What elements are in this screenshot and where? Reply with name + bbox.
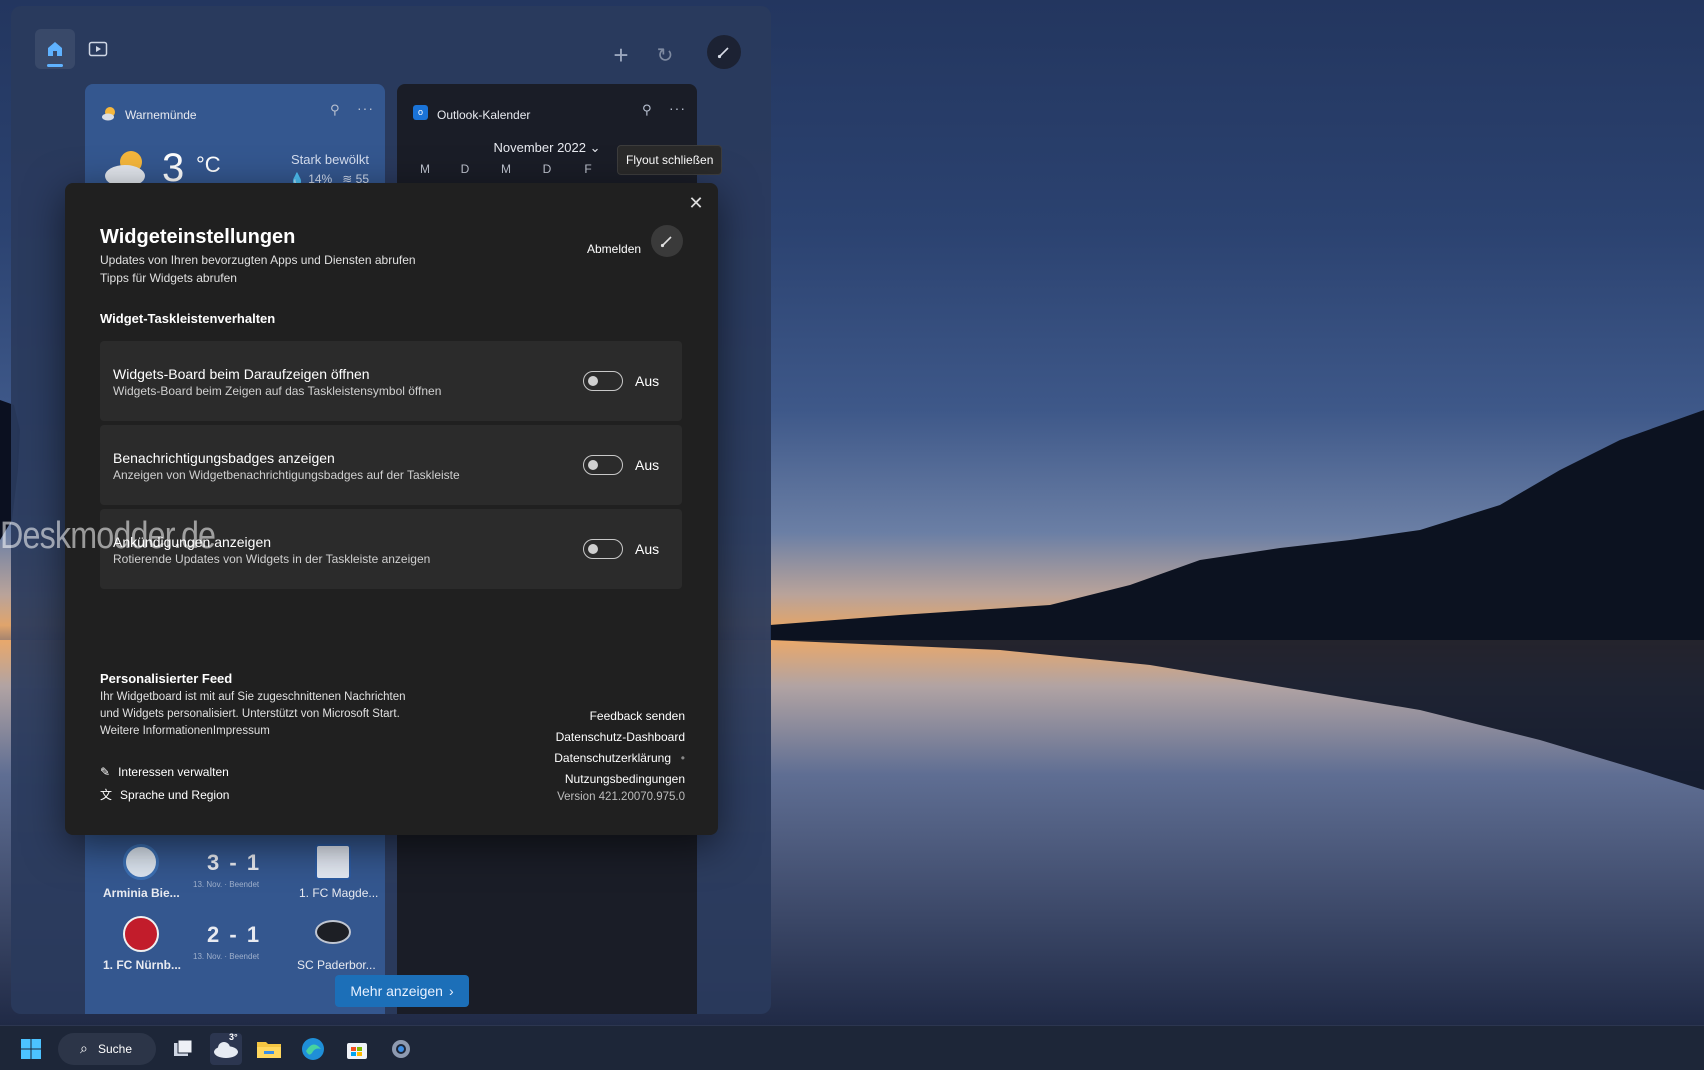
- pencil-icon: ✎: [100, 765, 111, 779]
- announcements-toggle[interactable]: [583, 539, 623, 559]
- feed-description: Ihr Widgetboard ist mit auf Sie zugeschn…: [100, 691, 406, 703]
- store-icon[interactable]: [341, 1033, 373, 1065]
- avatar[interactable]: [651, 225, 683, 257]
- temperature-unit: °C: [196, 152, 221, 177]
- language-icon: 文: [100, 788, 113, 802]
- setting-notification-badges: Benachrichtigungsbadges anzeigen Anzeige…: [100, 425, 682, 505]
- home-team: Arminia Bie...: [103, 886, 180, 900]
- add-widget-button[interactable]: +: [601, 35, 641, 75]
- watermark: Deskmodder.de: [0, 515, 216, 557]
- feedback-link[interactable]: Feedback senden: [590, 709, 685, 723]
- edge-browser-icon[interactable]: [297, 1033, 329, 1065]
- weather-condition: Stark bewölkt: [290, 152, 369, 167]
- close-flyout-tooltip: Flyout schließen: [617, 145, 723, 175]
- match-date: 13. Nov. · Beendet: [193, 952, 260, 961]
- home-team: 1. FC Nürnb...: [103, 958, 181, 972]
- toggle-state-label: Aus: [635, 457, 660, 473]
- away-team: SC Paderbor...: [297, 958, 376, 972]
- weekday-label: F: [584, 162, 592, 176]
- weekday-label: D: [460, 162, 470, 176]
- more-options-icon[interactable]: ···: [357, 100, 374, 116]
- signout-link[interactable]: Abmelden: [587, 242, 641, 256]
- match-date: 13. Nov. · Beendet: [193, 880, 260, 889]
- pin-icon[interactable]: ⚲: [330, 102, 340, 118]
- setting-title: Benachrichtigungsbadges anzeigen: [113, 450, 335, 466]
- manage-interests-label: Interessen verwalten: [118, 765, 229, 779]
- weekday-label: D: [542, 162, 552, 176]
- setting-description: Anzeigen von Widgetbenachrichtigungsbadg…: [113, 468, 460, 482]
- team-logo-icon: [123, 916, 159, 952]
- video-icon[interactable]: [78, 29, 118, 69]
- team-logo-icon: [123, 844, 159, 880]
- widgets-weather-icon[interactable]: 3°: [210, 1032, 242, 1065]
- privacy-statement-link[interactable]: Datenschutzerklärung: [554, 751, 671, 765]
- flyout-subtitle: Updates von Ihren bevorzugten Apps und D…: [100, 253, 416, 267]
- taskbar-search[interactable]: ⌕ Suche: [58, 1033, 156, 1065]
- match-score: 3 - 1: [207, 850, 262, 875]
- notification-badges-toggle[interactable]: [583, 455, 623, 475]
- chevron-right-icon: ›: [448, 983, 454, 999]
- section-title: Widget-Taskleistenverhalten: [100, 311, 276, 326]
- feed-more-info-link[interactable]: Weitere InformationenImpressum: [100, 725, 270, 737]
- outlook-icon: o: [413, 105, 428, 120]
- settings-gear-icon[interactable]: [385, 1033, 417, 1065]
- weekday-label: M: [420, 162, 430, 176]
- more-options-icon[interactable]: ···: [669, 100, 686, 116]
- weather-temp-badge: 3°: [229, 1032, 238, 1042]
- flyout-title: Widgeteinstellungen: [100, 226, 296, 248]
- taskbar: ⌕ Suche 3°: [0, 1025, 1704, 1070]
- weather-location: Warnemünde: [125, 108, 197, 122]
- personalize-brush-icon[interactable]: [707, 35, 741, 69]
- setting-title: Widgets-Board beim Daraufzeigen öffnen: [113, 366, 370, 382]
- home-icon[interactable]: [35, 29, 75, 69]
- feed-description: und Widgets personalisiert. Unterstützt …: [100, 708, 400, 720]
- open-on-hover-toggle[interactable]: [583, 371, 623, 391]
- flyout-subtitle: Tipps für Widgets abrufen: [100, 271, 237, 285]
- match-score: 2 - 1: [207, 922, 262, 947]
- show-more-label: Mehr anzeigen: [350, 983, 443, 999]
- toggle-state-label: Aus: [635, 373, 660, 389]
- team-logo-icon: [315, 920, 351, 944]
- manage-interests-link[interactable]: ✎ Interessen verwalten: [100, 765, 229, 779]
- privacy-dashboard-link[interactable]: Datenschutz-Dashboard: [556, 730, 685, 744]
- match-row[interactable]: Arminia Bie... 3 - 1 13. Nov. · Beendet …: [85, 844, 385, 914]
- version-label: Version 421.20070.975.0: [557, 791, 685, 803]
- task-view-icon[interactable]: [167, 1033, 199, 1065]
- partly-cloudy-icon: [102, 107, 115, 121]
- search-label: Suche: [98, 1042, 133, 1056]
- feed-title: Personalisierter Feed: [100, 671, 233, 686]
- team-logo-icon: [315, 844, 351, 880]
- language-region-label: Sprache und Region: [120, 787, 230, 802]
- calendar-title: Outlook-Kalender: [437, 108, 531, 122]
- search-icon: ⌕: [80, 1040, 88, 1056]
- show-more-button[interactable]: Mehr anzeigen ›: [335, 975, 469, 1007]
- toggle-state-label: Aus: [635, 541, 660, 557]
- close-icon[interactable]: ✕: [686, 193, 706, 213]
- refresh-icon[interactable]: ↻: [645, 35, 685, 75]
- away-team: 1. FC Magde...: [299, 886, 379, 900]
- weekday-label: M: [501, 162, 511, 176]
- terms-link[interactable]: Nutzungsbedingungen: [565, 772, 685, 786]
- widget-settings-flyout: ✕ Widgeteinstellungen Updates von Ihren …: [65, 183, 718, 835]
- dot-separator: •: [680, 751, 685, 765]
- file-explorer-icon[interactable]: [253, 1033, 285, 1065]
- pin-icon[interactable]: ⚲: [642, 102, 652, 118]
- language-region-link[interactable]: 文 Sprache und Region: [100, 786, 229, 803]
- setting-description: Widgets-Board beim Zeigen auf das Taskle…: [113, 384, 442, 398]
- setting-open-on-hover: Widgets-Board beim Daraufzeigen öffnen W…: [100, 341, 682, 421]
- start-windows-icon[interactable]: [15, 1033, 47, 1065]
- chevron-down-icon: ⌄: [589, 140, 601, 155]
